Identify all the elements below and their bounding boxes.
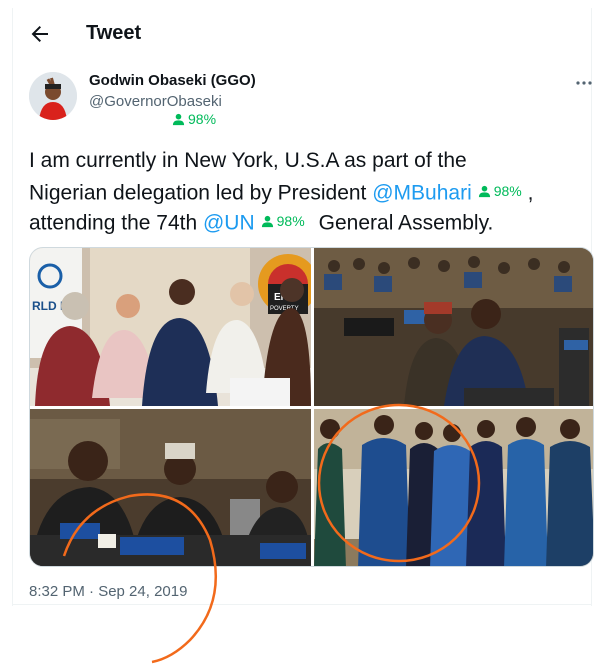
page-header: Tweet xyxy=(12,8,592,61)
tweet-text-segment: , xyxy=(521,181,534,205)
person-icon xyxy=(172,113,185,125)
author-score-badge: 98% xyxy=(172,111,216,127)
mention-link-un[interactable]: @UN xyxy=(203,212,255,235)
mention-score-text: 98% xyxy=(276,213,305,229)
mention-score-badge: 98% xyxy=(261,206,305,236)
author-display-name[interactable]: Godwin Obaseki (GGO) xyxy=(89,72,256,89)
tweet-text-segment: attending the 74th xyxy=(29,211,203,235)
person-icon xyxy=(261,215,273,227)
mention-score-badge: 98% xyxy=(478,176,522,206)
media-grid: RLD BA END POVERTY xyxy=(29,247,594,567)
mention-score-text: 98% xyxy=(493,183,522,199)
author-handle[interactable]: @GovernorObaseki xyxy=(89,93,222,110)
more-dots-icon[interactable] xyxy=(574,73,594,93)
author-score-text: 98% xyxy=(188,111,217,127)
avatar[interactable] xyxy=(29,72,77,120)
tweet-text: I am currently in New York, U.S.A as par… xyxy=(29,146,589,236)
photo-delegation-seated[interactable] xyxy=(314,248,593,406)
tweet-line-1: I am currently in New York, U.S.A as par… xyxy=(29,149,467,172)
photo-panel-discussion[interactable]: RLD BA END POVERTY xyxy=(30,248,311,406)
tweet-line-2: Nigerian delegation led by President @MB… xyxy=(29,176,589,206)
back-arrow-icon[interactable] xyxy=(28,22,52,46)
photo-group-standing[interactable] xyxy=(314,409,593,566)
mention-link-mbuhari[interactable]: @MBuhari xyxy=(372,182,472,205)
tweet-text-segment: Nigerian delegation led by President xyxy=(29,181,373,205)
tweet-timestamp[interactable]: 8:32 PM · Sep 24, 2019 xyxy=(29,583,187,600)
tweet-text-segment: General Assembly. xyxy=(318,211,494,235)
divider xyxy=(12,604,592,605)
page-title: Tweet xyxy=(86,22,142,44)
person-icon xyxy=(478,185,490,197)
photo-president-desk[interactable] xyxy=(30,409,311,566)
tweet-line-3: attending the 74th @UN 98% General Assembl… xyxy=(29,206,589,236)
